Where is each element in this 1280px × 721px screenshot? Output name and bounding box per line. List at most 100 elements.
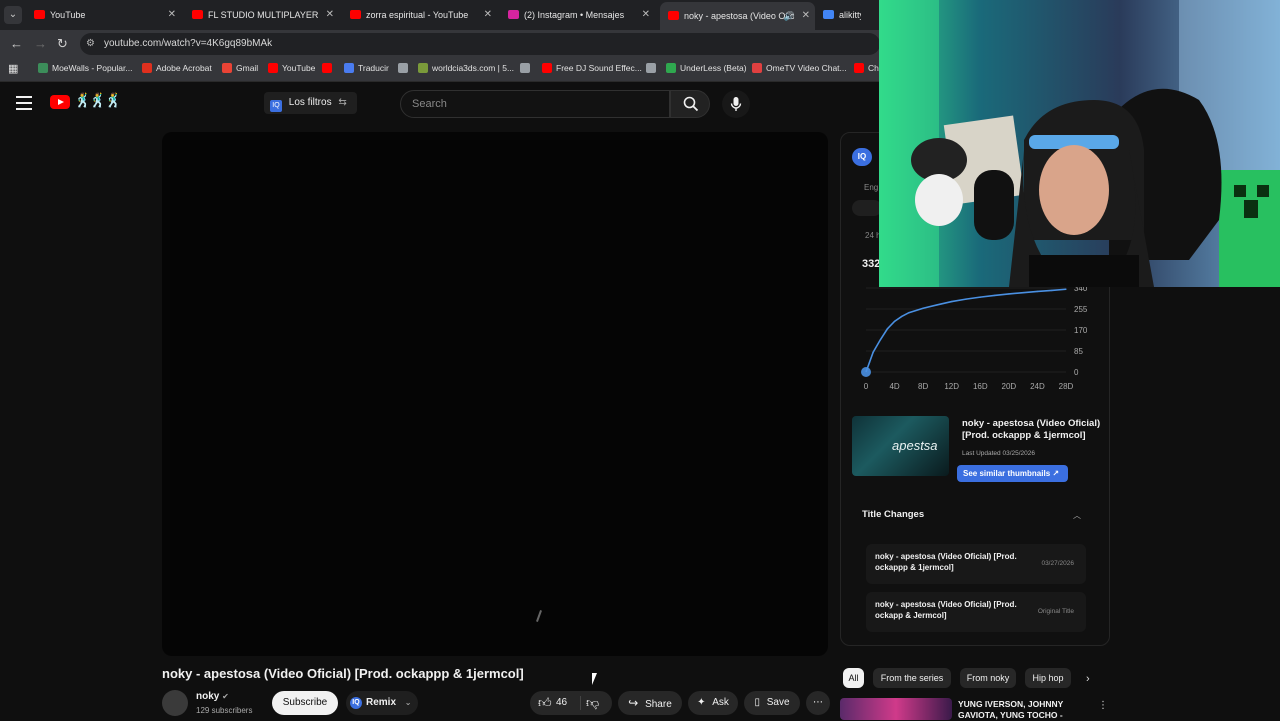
bookmark-item[interactable]: Traducir xyxy=(344,63,389,73)
chart-data-point xyxy=(893,320,896,323)
remix-label: Remix xyxy=(366,697,397,708)
bookmark-item[interactable]: Ch xyxy=(854,63,879,73)
reload-icon[interactable]: ↻ xyxy=(57,36,68,52)
bookmark-favicon-icon xyxy=(268,63,278,73)
tab-favicon-icon xyxy=(508,10,519,19)
tab-favicon-icon xyxy=(350,10,361,19)
title-change-text: noky - apestosa (Video Oficial) [Prod. o… xyxy=(875,552,1017,572)
browser-tab[interactable]: YouTube ✕ xyxy=(26,3,181,27)
back-icon[interactable]: ← xyxy=(10,36,23,51)
more-vertical-icon[interactable]: ⋮ xyxy=(1098,700,1108,711)
browser-tab[interactable]: noky - apestosa (Video Ofic ✕ 🔊 xyxy=(660,2,815,30)
tab-title: alikitty.wav xyxy=(839,10,861,20)
bookmark-item[interactable] xyxy=(322,63,336,73)
bookmark-favicon-icon xyxy=(854,63,864,73)
bookmark-item[interactable]: UnderLess (Beta) xyxy=(666,63,747,73)
tab-title: zorra espiritual - YouTube xyxy=(366,10,469,20)
bookmark-item[interactable] xyxy=(646,63,660,73)
related-video-thumbnail[interactable] xyxy=(840,698,952,720)
chart-x-tick-label: 4D xyxy=(889,382,899,391)
chart-data-point xyxy=(993,294,996,297)
suggestion-thumbnail[interactable]: apestsa xyxy=(852,416,949,476)
related-video-title[interactable]: YUNG IVERSON, JOHNNY GAVIOTA, YUNG TOCHO… xyxy=(958,699,1088,721)
bookmark-item[interactable]: Gmail xyxy=(222,63,258,73)
chevron-up-icon[interactable]: ︿ xyxy=(1073,510,1081,521)
bookmark-favicon-icon xyxy=(222,63,232,73)
tab-title: FL STUDIO MULTIPLAYER ES UN xyxy=(208,10,321,20)
title-change-date: Original Title xyxy=(1037,608,1074,615)
search-input[interactable]: Search xyxy=(400,90,670,118)
filters-label: Los filtros xyxy=(288,97,332,108)
chip-from-the-series[interactable]: From the series xyxy=(873,668,951,688)
browser-tab[interactable]: FL STUDIO MULTIPLAYER ES UN ✕ xyxy=(184,3,339,27)
tab-close-icon[interactable]: ✕ xyxy=(642,3,650,27)
tab-favicon-icon xyxy=(823,10,834,19)
remix-button[interactable]: IQ Remix ⌄ xyxy=(346,691,418,715)
bookmark-favicon-icon xyxy=(38,63,48,73)
partial-toggle[interactable] xyxy=(852,200,882,216)
browser-tab[interactable]: (2) Instagram • Mensajes ✕ xyxy=(500,3,655,27)
bookmark-item[interactable] xyxy=(398,63,412,73)
bookmark-label: MoeWalls - Popular... xyxy=(52,63,133,73)
bookmark-item[interactable]: worldcia3ds.com | 5... xyxy=(418,63,514,73)
bookmark-item[interactable]: YouTube xyxy=(268,63,315,73)
iq-extension-icon: IQ xyxy=(350,697,362,709)
tab-close-icon[interactable]: ✕ xyxy=(168,3,176,27)
youtube-logo-icon[interactable] xyxy=(50,95,70,109)
chevron-right-icon[interactable]: › xyxy=(1086,673,1090,685)
bookmark-label: YouTube xyxy=(282,63,316,73)
chart-x-tick-label: 20D xyxy=(1002,382,1017,391)
chart-y-tick-label: 255 xyxy=(1074,305,1088,314)
filters-button[interactable]: IQ Los filtros ⇆ xyxy=(264,92,357,114)
chip-all[interactable]: All xyxy=(843,668,864,688)
forward-icon[interactable]: → xyxy=(34,36,47,51)
url-bar[interactable]: ⚙ youtube.com/watch?v=4K6gq89bMAk xyxy=(80,33,880,55)
sparkle-icon: ✦ xyxy=(697,697,706,708)
browser-tab[interactable]: zorra espiritual - YouTube ✕ xyxy=(342,3,497,27)
partial-views-value: 332 xyxy=(862,258,881,270)
ask-label: Ask xyxy=(712,697,729,708)
bookmark-item[interactable]: Adobe Acrobat xyxy=(142,63,212,73)
title-change-date: 03/27/2026 xyxy=(1041,560,1074,567)
tab-close-icon[interactable]: ✕ xyxy=(802,2,810,30)
video-player[interactable] xyxy=(162,132,828,656)
share-button[interactable]: ↪ Share xyxy=(618,691,682,715)
tab-close-icon[interactable]: ✕ xyxy=(326,3,334,27)
site-info-icon[interactable]: ⚙ xyxy=(86,38,95,49)
chip-hip-hop[interactable]: Hip hop xyxy=(1025,668,1071,688)
thumbs-up-icon: 👍︎ xyxy=(538,695,552,710)
doodle-dancers-icon[interactable]: 🕺🕺🕺 xyxy=(74,92,122,109)
like-button[interactable]: 👍︎ 46 xyxy=(530,691,578,715)
bookmark-favicon-icon xyxy=(398,63,408,73)
browser-tab[interactable]: alikitty.wav xyxy=(815,3,879,27)
divider xyxy=(580,696,581,710)
bookmark-item[interactable]: OmeTV Video Chat... xyxy=(752,63,847,73)
voice-search-button[interactable] xyxy=(722,90,750,118)
more-actions-button[interactable]: ⋯ xyxy=(806,691,830,715)
channel-avatar[interactable] xyxy=(162,690,188,716)
tab-close-icon[interactable]: ✕ xyxy=(484,3,492,27)
subscriber-count: 129 subscribers xyxy=(196,706,253,715)
more-horizontal-icon: ⋯ xyxy=(813,697,823,708)
chart-data-point xyxy=(1008,293,1010,295)
tab-audio-icon[interactable]: 🔊 xyxy=(784,2,795,30)
chip-from-noky[interactable]: From noky xyxy=(960,668,1016,688)
tab-search-menu-icon[interactable]: ⌄ xyxy=(4,6,22,24)
chart-data-point xyxy=(861,367,871,377)
ask-button[interactable]: ✦ Ask xyxy=(688,691,738,715)
dislike-button[interactable]: 👎︎ xyxy=(586,691,599,715)
bookmark-item[interactable] xyxy=(520,63,534,73)
iq-extension-icon[interactable]: IQ xyxy=(852,148,872,166)
apps-grid-icon[interactable]: ▦ xyxy=(8,62,18,75)
bookmark-label: Adobe Acrobat xyxy=(156,63,212,73)
see-similar-thumbnails-button[interactable]: See similar thumbnails ↗ xyxy=(957,465,1068,482)
channel-name[interactable]: noky ✔ xyxy=(196,691,229,702)
bookmark-item[interactable]: MoeWalls - Popular... xyxy=(38,63,132,73)
thumbnail-text: apestsa xyxy=(892,438,938,453)
menu-icon[interactable] xyxy=(16,96,32,110)
bookmark-item[interactable]: Free DJ Sound Effec... xyxy=(542,63,642,73)
chart-y-tick-label: 0 xyxy=(1074,368,1079,377)
subscribe-button[interactable]: Subscribe xyxy=(272,691,338,715)
save-button[interactable]: ▯ Save xyxy=(744,691,800,715)
search-button[interactable] xyxy=(670,90,710,118)
